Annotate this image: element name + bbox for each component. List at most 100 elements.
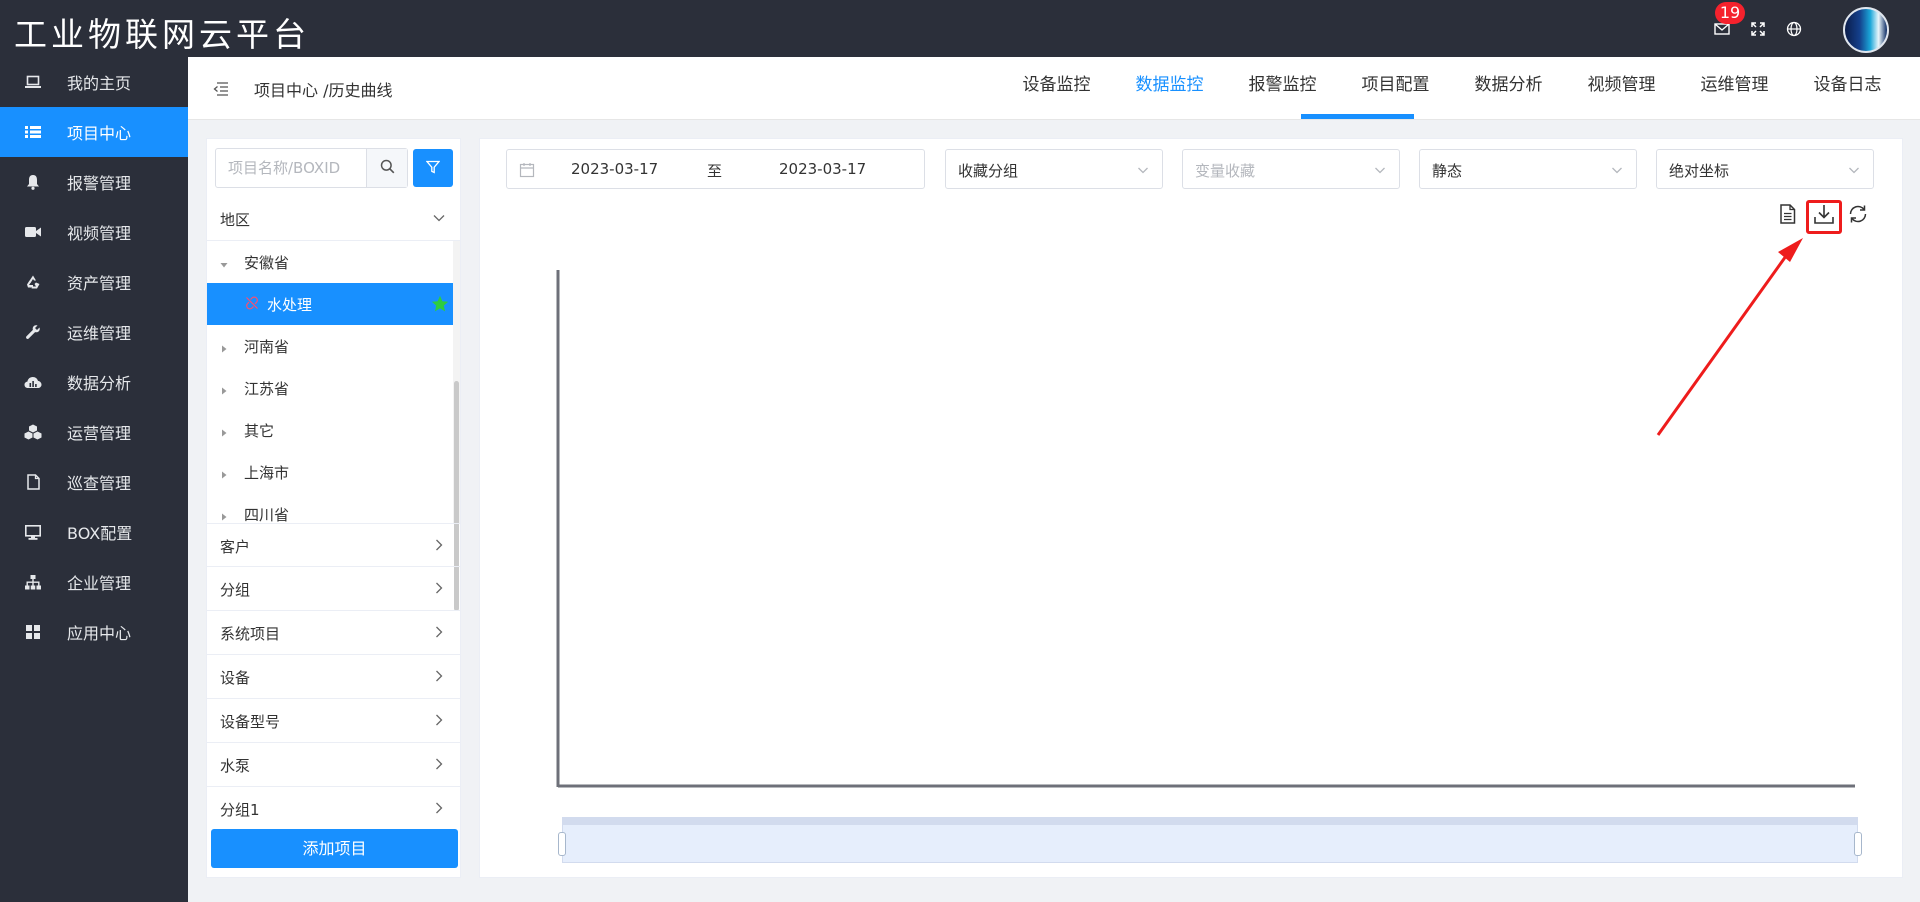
data-zoom-handle-left[interactable] bbox=[558, 832, 566, 856]
caret-right-icon[interactable] bbox=[219, 466, 229, 479]
group-label: 地区 bbox=[220, 211, 251, 229]
caret-right-icon[interactable] bbox=[219, 508, 229, 521]
add-project-button[interactable]: 添加项目 bbox=[211, 829, 458, 868]
fullscreen-icon[interactable] bbox=[1749, 20, 1767, 38]
data-zoom-handle-right[interactable] bbox=[1854, 832, 1862, 856]
menu-collapse-icon[interactable] bbox=[212, 80, 230, 98]
tree-node-shanghai[interactable]: 上海市 bbox=[207, 451, 453, 493]
coordinate-select[interactable]: 绝对坐标 bbox=[1656, 149, 1874, 189]
data-zoom-drag-bar[interactable] bbox=[562, 817, 1858, 825]
group-pump[interactable]: 水泵 bbox=[207, 743, 460, 787]
bell-icon bbox=[23, 172, 43, 192]
sidebar-item-inspection[interactable]: 巡查管理 bbox=[0, 457, 188, 507]
group-label: 分组1 bbox=[220, 801, 260, 819]
search-input[interactable] bbox=[216, 149, 366, 187]
tree-node-sichuan[interactable]: 四川省 bbox=[207, 493, 453, 523]
tree-node-anhui[interactable]: 安徽省 bbox=[207, 241, 453, 283]
sidebar-item-alarms[interactable]: 报警管理 bbox=[0, 157, 188, 207]
group-grouping-1[interactable]: 分组1 bbox=[207, 787, 460, 831]
avatar[interactable] bbox=[1843, 7, 1889, 53]
tab-data-monitor[interactable]: 数据监控 bbox=[1113, 57, 1226, 120]
caret-right-icon[interactable] bbox=[219, 382, 229, 395]
tab-ops-management[interactable]: 运维管理 bbox=[1678, 57, 1791, 120]
tree-node-label: 江苏省 bbox=[244, 380, 290, 398]
tree-node-label: 安徽省 bbox=[244, 254, 290, 272]
variable-favorite-select[interactable]: 变量收藏 bbox=[1182, 149, 1400, 189]
group-device[interactable]: 设备 bbox=[207, 655, 460, 699]
group-system-project[interactable]: 系统项目 bbox=[207, 611, 460, 655]
chevron-right-icon bbox=[432, 801, 446, 815]
sidebar-item-box-config[interactable]: BOX配置 bbox=[0, 507, 188, 557]
date-end[interactable]: 2023-03-17 bbox=[779, 160, 866, 178]
select-placeholder: 变量收藏 bbox=[1195, 162, 1256, 180]
chevron-down-icon bbox=[1373, 163, 1387, 177]
tab-device-monitor[interactable]: 设备监控 bbox=[1000, 57, 1113, 120]
search-button[interactable] bbox=[366, 149, 407, 187]
chevron-right-icon bbox=[432, 625, 446, 639]
sidebar-item-label: 资产管理 bbox=[67, 274, 132, 293]
sidebar-item-assets[interactable]: 资产管理 bbox=[0, 257, 188, 307]
chevron-down-icon bbox=[1136, 163, 1150, 177]
group-device-model[interactable]: 设备型号 bbox=[207, 699, 460, 743]
tree-node-label: 河南省 bbox=[244, 338, 290, 356]
sidebar-item-label: 企业管理 bbox=[67, 574, 132, 593]
tab-project-config[interactable]: 项目配置 bbox=[1339, 57, 1452, 120]
sidebar-item-video[interactable]: 视频管理 bbox=[0, 207, 188, 257]
header-bar: 项目中心 /历史曲线 设备监控 数据监控 报警监控 项目配置 数据分析 视频管理… bbox=[188, 57, 1920, 120]
sidebar-item-label: 数据分析 bbox=[67, 374, 132, 393]
tree-node-other[interactable]: 其它 bbox=[207, 409, 453, 451]
tree-node-label: 四川省 bbox=[244, 506, 290, 523]
refresh-icon[interactable] bbox=[1845, 201, 1871, 227]
chevron-down-icon bbox=[432, 211, 446, 225]
sidebar-item-projects[interactable]: 项目中心 bbox=[0, 107, 188, 157]
group-label: 分组 bbox=[220, 581, 251, 599]
sidebar-item-app-center[interactable]: 应用中心 bbox=[0, 607, 188, 657]
group-customer[interactable]: 客户 bbox=[207, 523, 460, 567]
group-grouping[interactable]: 分组 bbox=[207, 567, 460, 611]
history-chart[interactable] bbox=[480, 139, 1904, 879]
caret-right-icon[interactable] bbox=[219, 424, 229, 437]
top-bar: 工业物联网云平台 19 bbox=[0, 0, 1920, 57]
sidebar-item-label: BOX配置 bbox=[67, 524, 133, 543]
tree-list: 安徽省 水处理 河南省 江苏省 其它 上海市 四川省 bbox=[207, 241, 453, 523]
notification-badge[interactable]: 19 bbox=[1715, 2, 1745, 24]
date-start[interactable]: 2023-03-17 bbox=[571, 160, 658, 178]
sidebar-item-analytics[interactable]: 数据分析 bbox=[0, 357, 188, 407]
favorite-star-icon[interactable] bbox=[431, 295, 449, 313]
sidebar-item-label: 运营管理 bbox=[67, 424, 132, 443]
video-camera-icon bbox=[23, 222, 43, 242]
document-icon[interactable] bbox=[1774, 201, 1800, 227]
date-separator: 至 bbox=[707, 162, 723, 180]
sidebar-item-label: 视频管理 bbox=[67, 224, 132, 243]
tree-node-jiangsu[interactable]: 江苏省 bbox=[207, 367, 453, 409]
group-region[interactable]: 地区 bbox=[207, 197, 460, 241]
grid-icon bbox=[23, 622, 43, 642]
active-tab-indicator bbox=[1301, 114, 1414, 119]
tree-scrollbar[interactable] bbox=[453, 241, 460, 611]
caret-right-icon[interactable] bbox=[219, 340, 229, 353]
tab-alarm-monitor[interactable]: 报警监控 bbox=[1226, 57, 1339, 120]
tree-node-water-treatment[interactable]: 水处理 bbox=[207, 283, 453, 325]
sidebar-item-operations[interactable]: 运营管理 bbox=[0, 407, 188, 457]
favorite-group-select[interactable]: 收藏分组 bbox=[945, 149, 1163, 189]
mode-select[interactable]: 静态 bbox=[1419, 149, 1637, 189]
caret-down-icon[interactable] bbox=[219, 256, 229, 268]
tab-data-analysis[interactable]: 数据分析 bbox=[1452, 57, 1565, 120]
chevron-right-icon bbox=[432, 538, 446, 552]
org-chart-icon bbox=[23, 572, 43, 592]
chevron-down-icon bbox=[1610, 163, 1624, 177]
sidebar-item-home[interactable]: 我的主页 bbox=[0, 57, 188, 107]
chevron-right-icon bbox=[432, 669, 446, 683]
date-range-picker[interactable]: 2023-03-17 至 2023-03-17 bbox=[506, 149, 925, 189]
sidebar-item-maintenance[interactable]: 运维管理 bbox=[0, 307, 188, 357]
tab-device-log[interactable]: 设备日志 bbox=[1791, 57, 1904, 120]
tab-video-management[interactable]: 视频管理 bbox=[1565, 57, 1678, 120]
tree-node-henan[interactable]: 河南省 bbox=[207, 325, 453, 367]
sidebar-item-enterprise[interactable]: 企业管理 bbox=[0, 557, 188, 607]
chevron-right-icon bbox=[432, 757, 446, 771]
calendar-icon bbox=[519, 162, 535, 178]
globe-icon[interactable] bbox=[1785, 20, 1803, 38]
filter-button[interactable] bbox=[413, 149, 453, 187]
unlink-icon bbox=[245, 296, 259, 310]
list-icon bbox=[23, 122, 43, 142]
